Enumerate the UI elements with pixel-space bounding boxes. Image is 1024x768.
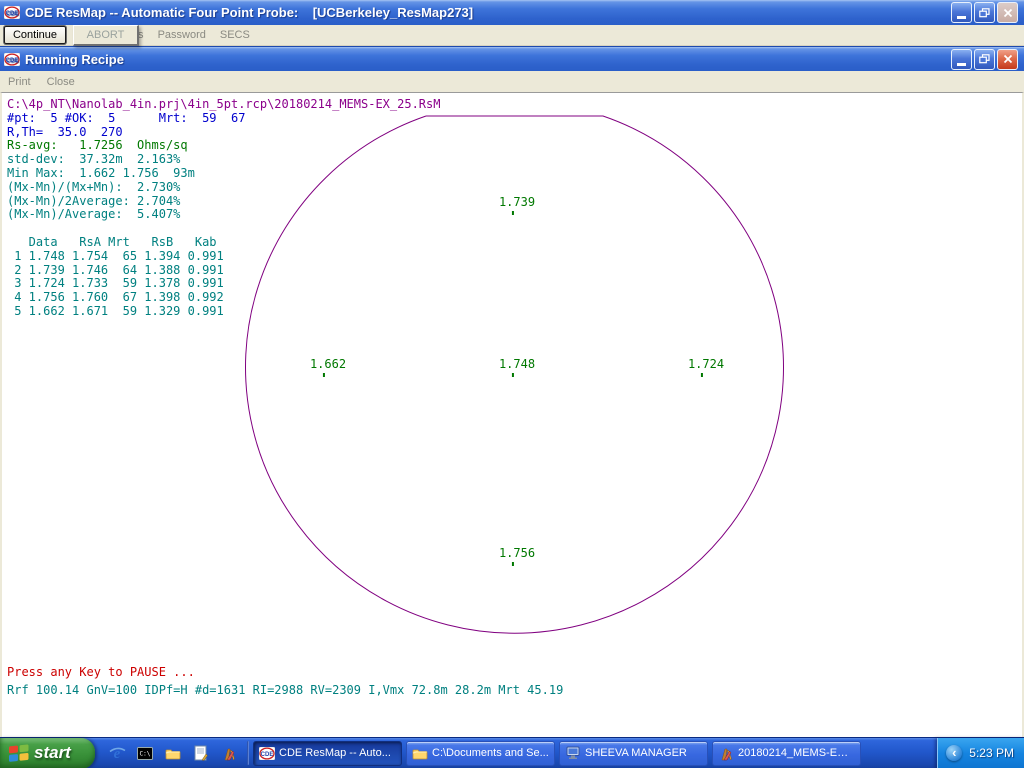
report-line: (Mx-Mn)/(Mx+Mn): 2.730%	[7, 181, 440, 195]
report-line: Rs-avg: 1.7256 Ohms/sq	[7, 139, 440, 153]
continue-button[interactable]: Continue	[4, 26, 66, 44]
taskbar-button-label: 20180214_MEMS-EX....	[738, 747, 855, 759]
report-line: 4 1.756 1.760 67 1.398 0.992	[7, 291, 440, 305]
cde-icon: CDE	[259, 747, 275, 760]
svg-text:CDE: CDE	[6, 57, 19, 63]
probe-status-line: Rrf 100.14 GnV=100 IDPf=H #d=1631 RI=298…	[7, 681, 563, 699]
report-line: std-dev: 37.32m 2.163%	[7, 153, 440, 167]
notepad-icon[interactable]	[191, 743, 211, 763]
report-line: (Mx-Mn)/2Average: 2.704%	[7, 195, 440, 209]
report-line: 2 1.739 1.746 64 1.388 0.991	[7, 264, 440, 278]
report-line: R,Th= 35.0 270	[7, 126, 440, 140]
main-menu-item[interactable]: SECS	[220, 29, 250, 41]
svg-text:CDE: CDE	[261, 751, 274, 757]
system-tray: ‹ 5:23 PM	[937, 738, 1024, 768]
restore-icon[interactable]	[974, 2, 995, 23]
taskbar-divider	[247, 741, 249, 765]
taskbar-clock: 5:23 PM	[969, 746, 1014, 760]
report-line: Min Max: 1.662 1.756 93m	[7, 167, 440, 181]
report-line: 3 1.724 1.733 59 1.378 0.991	[7, 277, 440, 291]
main-window-titlebar: CDE CDE ResMap -- Automatic Four Point P…	[0, 0, 1024, 25]
status-footer: Press any Key to PAUSE ... Rrf 100.14 Gn…	[7, 663, 563, 699]
taskbar: start e C:\ CDE CDE ResMap -- Auto... C:\Do…	[0, 737, 1024, 768]
tray-collapse-chevron-icon[interactable]: ‹	[946, 745, 962, 761]
pause-message: Press any Key to PAUSE ...	[7, 663, 563, 681]
quick-launch-bar: e C:\	[95, 738, 247, 768]
minimize-icon[interactable]	[951, 49, 972, 70]
editor-icon	[718, 746, 734, 761]
report-line: #pt: 5 #OK: 5 Mrt: 59 67	[7, 112, 440, 126]
recipe-window-titlebar: CDE Running Recipe	[0, 46, 1024, 71]
taskbar-buttons: CDE CDE ResMap -- Auto... C:\Documents and…	[253, 738, 861, 768]
main-toolbar: Continue ABORT itiesPasswordSECS	[0, 25, 1024, 46]
report-text-block: C:\4p_NT\Nanolab_4in.prj\4in_5pt.rcp\201…	[7, 98, 440, 319]
menu-print[interactable]: Print	[8, 76, 31, 88]
main-menu-item[interactable]: Password	[158, 29, 206, 41]
taskbar-button-label: C:\Documents and Se...	[432, 747, 549, 759]
recipe-menubar: Print Close	[0, 71, 1024, 92]
taskbar-button[interactable]: CDE CDE ResMap -- Auto...	[253, 741, 402, 766]
recipe-window-title: Running Recipe	[25, 52, 951, 67]
start-button-label: start	[34, 743, 71, 763]
cde-app-icon: CDE	[4, 6, 20, 19]
ie-icon[interactable]: e	[107, 743, 127, 763]
menu-close[interactable]: Close	[47, 76, 75, 88]
minimize-icon[interactable]	[951, 2, 972, 23]
close-icon[interactable]	[997, 2, 1018, 23]
report-line: 1 1.748 1.754 65 1.394 0.991	[7, 250, 440, 264]
taskbar-button[interactable]: C:\Documents and Se...	[406, 741, 555, 766]
report-line: Data RsA Mrt RsB Kab	[7, 236, 440, 250]
folder-icon[interactable]	[163, 743, 183, 763]
recipe-content-area: C:\4p_NT\Nanolab_4in.prj\4in_5pt.rcp\201…	[0, 92, 1024, 737]
svg-text:C:\: C:\	[140, 750, 151, 757]
main-menubar: itiesPasswordSECS	[124, 29, 250, 41]
report-line: (Mx-Mn)/Average: 5.407%	[7, 208, 440, 222]
main-window-title: CDE ResMap -- Automatic Four Point Probe…	[25, 5, 951, 20]
cde-app-icon: CDE	[4, 53, 20, 66]
editor-icon[interactable]	[219, 743, 239, 763]
report-line	[7, 222, 440, 236]
report-line: 5 1.662 1.671 59 1.329 0.991	[7, 305, 440, 319]
svg-text:CDE: CDE	[6, 11, 19, 17]
taskbar-button-label: SHEEVA MANAGER	[585, 747, 687, 759]
abort-button[interactable]: ABORT	[73, 25, 139, 46]
computer-icon	[565, 746, 581, 760]
taskbar-button-label: CDE ResMap -- Auto...	[279, 747, 391, 759]
start-button[interactable]: start	[0, 738, 95, 768]
folder-icon	[412, 747, 428, 760]
report-line: C:\4p_NT\Nanolab_4in.prj\4in_5pt.rcp\201…	[7, 98, 440, 112]
restore-icon[interactable]	[974, 49, 995, 70]
windows-flag-icon	[8, 743, 30, 763]
taskbar-button[interactable]: 20180214_MEMS-EX....	[712, 741, 861, 766]
taskbar-button[interactable]: SHEEVA MANAGER	[559, 741, 708, 766]
close-icon[interactable]	[997, 49, 1018, 70]
cmd-icon[interactable]: C:\	[135, 743, 155, 763]
